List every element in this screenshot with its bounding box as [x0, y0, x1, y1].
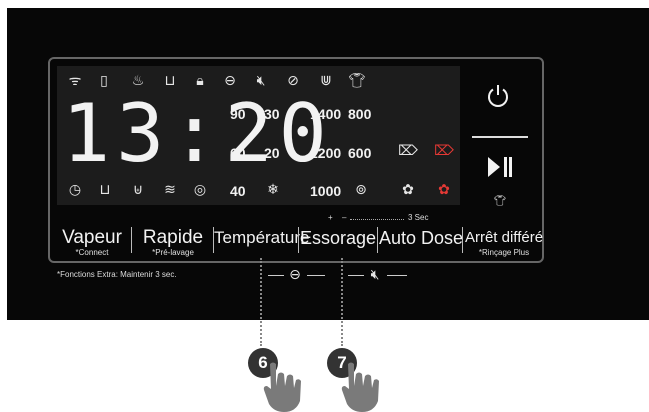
spin-value: 800	[348, 106, 372, 122]
rinse-icon: ≋	[164, 182, 176, 198]
spin-value: 600	[348, 145, 372, 161]
mute-icon: 🔇︎	[370, 267, 380, 283]
no-spin-icon: ⊚	[355, 182, 367, 198]
tub-icon: ⊔	[164, 73, 176, 89]
prewash-icon: ⊔	[99, 182, 111, 198]
spin-value: 1400	[310, 106, 342, 122]
hand-pointer-icon	[263, 362, 301, 412]
lock-icon: 🔒︎	[196, 73, 204, 89]
main-wash-icon: ⊎	[132, 182, 144, 198]
softener-alert-icon: ✿	[438, 182, 450, 198]
temp-value: 20	[264, 145, 280, 161]
vapeur-button[interactable]: Vapeur	[61, 228, 123, 248]
wifi-icon: ᯤ	[68, 73, 82, 89]
rapide-sub-label: *Pré-lavage	[152, 248, 194, 257]
mute-icon: 🔇︎	[256, 73, 266, 89]
detergent-icon: ⌦	[398, 143, 418, 159]
vapeur-sub-label: *Connect	[75, 248, 109, 257]
arret-sub-label: *Rinçage Plus	[478, 248, 530, 257]
clock-display: 13:20	[62, 87, 333, 180]
hold-duration: 3 Sec	[408, 213, 429, 222]
temperature-button[interactable]: Température	[214, 228, 309, 248]
shirt-icon: 👕︎	[493, 196, 507, 207]
spin-value: 1000	[310, 183, 342, 199]
power-button[interactable]	[486, 84, 510, 108]
essorage-button[interactable]: Essorage	[300, 228, 376, 248]
divider	[472, 136, 528, 138]
phone-icon: ▯	[100, 73, 108, 89]
no-crease-icon: ⊖	[289, 267, 301, 283]
softener-icon: ✿	[402, 182, 414, 198]
combo-line	[348, 275, 364, 276]
plus-sign: +	[328, 213, 333, 222]
no-crease-icon: ⊖	[224, 73, 236, 89]
rapide-button[interactable]: Rapide	[140, 228, 206, 248]
pointer-line-7	[341, 258, 343, 346]
footnote: *Fonctions Extra: Maintenir 3 sec.	[57, 270, 177, 279]
spin-icon: ◎	[193, 182, 207, 198]
shirt-icon: 👕︎	[348, 73, 366, 89]
combo-line	[307, 275, 325, 276]
detergent-alert-icon: ⌦	[434, 143, 454, 159]
combo-line	[268, 275, 284, 276]
pointer-line-6	[260, 258, 262, 346]
steam-icon: ♨	[131, 73, 145, 89]
basin-icon: ⋓	[320, 73, 332, 89]
temp-value: 60	[230, 145, 246, 161]
arret-differe-button[interactable]: Arrêt différé	[463, 228, 545, 248]
temp-value: 40	[230, 183, 246, 199]
separator	[131, 227, 132, 253]
temp-value: 30	[264, 106, 280, 122]
snowflake-icon: ❄	[267, 182, 279, 198]
start-pause-button[interactable]	[487, 156, 513, 178]
hand-pointer-icon	[341, 362, 379, 412]
clock-icon: ◷	[68, 182, 82, 198]
timer-icon: ⊘	[287, 73, 299, 89]
separator	[298, 227, 299, 253]
separator	[377, 227, 378, 253]
auto-dose-button[interactable]: Auto Dose	[379, 228, 463, 248]
temp-value: 90	[230, 106, 246, 122]
combo-line	[387, 275, 407, 276]
hint-dotted-line	[350, 219, 404, 221]
minus-sign: –	[342, 213, 347, 222]
spin-value: 1200	[310, 145, 342, 161]
